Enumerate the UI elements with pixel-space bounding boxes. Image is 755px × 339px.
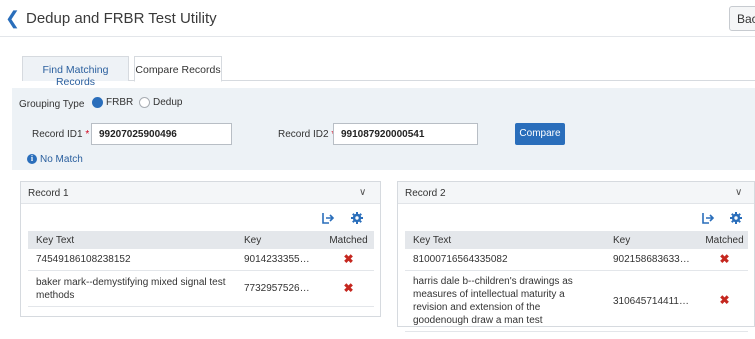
key-text-cell: 74549186108238152 (28, 249, 236, 271)
column-key[interactable]: Key (605, 231, 701, 249)
matched-cell: ✖ (323, 270, 374, 307)
record-1-panel: Record 1 ∨ Key Text Key Matched 74549186… (20, 181, 381, 317)
chevron-down-icon[interactable]: ∨ (359, 187, 366, 198)
key-cell: 902158683633480... (605, 249, 701, 271)
x-mark-icon: ✖ (343, 280, 354, 295)
x-mark-icon: ✖ (343, 251, 354, 266)
record-1-table: Key Text Key Matched 74549186108238152 9… (28, 231, 374, 307)
chevron-down-icon[interactable]: ∨ (735, 187, 742, 198)
info-icon: i (27, 154, 37, 164)
column-matched[interactable]: Matched (323, 231, 374, 249)
export-icon[interactable] (321, 211, 335, 225)
page-header: ❮ Dedup and FRBR Test Utility Back (0, 0, 755, 37)
tab-compare-records[interactable]: Compare Records (134, 56, 222, 82)
x-mark-icon: ✖ (719, 251, 730, 266)
compare-form: Grouping Type FRBR Dedup Record ID1 * 99… (12, 88, 755, 170)
gear-icon[interactable] (729, 211, 743, 225)
column-key-text[interactable]: Key Text (28, 231, 236, 249)
record-id1-input[interactable]: 99207025900496 (91, 123, 232, 145)
grouping-type-label: Grouping Type (19, 99, 85, 110)
matched-cell: ✖ (701, 270, 748, 332)
table-row: harris dale b--children's drawings as me… (405, 270, 748, 332)
back-button[interactable]: Back (729, 6, 755, 31)
matched-cell: ✖ (323, 249, 374, 271)
radio-frbr[interactable] (92, 97, 103, 108)
radio-frbr-label[interactable]: FRBR (106, 97, 133, 108)
key-cell: 310645714411060... (605, 270, 701, 332)
column-key-text[interactable]: Key Text (405, 231, 605, 249)
export-icon[interactable] (701, 211, 715, 225)
tab-bar: Find Matching Records Compare Records (22, 56, 755, 88)
record-2-header[interactable]: Record 2 ∨ (398, 182, 754, 204)
table-row: baker mark--demystifying mixed signal te… (28, 270, 374, 307)
matched-cell: ✖ (701, 249, 748, 271)
table-row: 81000716564335082 902158683633480... ✖ (405, 249, 748, 271)
column-matched[interactable]: Matched (701, 231, 748, 249)
record-id2-input[interactable]: 991087920000541 (333, 123, 478, 145)
record-1-header[interactable]: Record 1 ∨ (21, 182, 380, 204)
record-2-table: Key Text Key Matched 81000716564335082 9… (405, 231, 748, 332)
record-id1-label: Record ID1 * (32, 129, 90, 140)
key-cell: 901423335524854... (236, 249, 323, 271)
page-title: Dedup and FRBR Test Utility (26, 10, 217, 27)
compare-button[interactable]: Compare (515, 123, 565, 145)
table-row: 74549186108238152 901423335524854... ✖ (28, 249, 374, 271)
tab-find-matching-records[interactable]: Find Matching Records (22, 56, 129, 88)
gear-icon[interactable] (350, 211, 364, 225)
required-marker: * (85, 129, 90, 140)
x-mark-icon: ✖ (719, 293, 730, 307)
radio-dedup[interactable] (139, 97, 150, 108)
record-2-panel: Record 2 ∨ Key Text Key Matched 81000716… (397, 181, 755, 332)
table-header-row: Key Text Key Matched (28, 231, 374, 249)
key-text-cell: harris dale b--children's drawings as me… (405, 270, 605, 332)
column-key[interactable]: Key (236, 231, 323, 249)
record-1-title: Record 1 (28, 188, 69, 199)
radio-dedup-label[interactable]: Dedup (153, 97, 182, 108)
table-header-row: Key Text Key Matched (405, 231, 748, 249)
status-text: No Match (40, 154, 83, 165)
record-2-title: Record 2 (405, 188, 446, 199)
record-id2-label: Record ID2 * (278, 129, 335, 140)
chevron-left-icon[interactable]: ❮ (5, 9, 20, 27)
key-text-cell: 81000716564335082 (405, 249, 605, 271)
key-text-cell: baker mark--demystifying mixed signal te… (28, 270, 236, 307)
key-cell: 773295752608867... (236, 270, 323, 307)
